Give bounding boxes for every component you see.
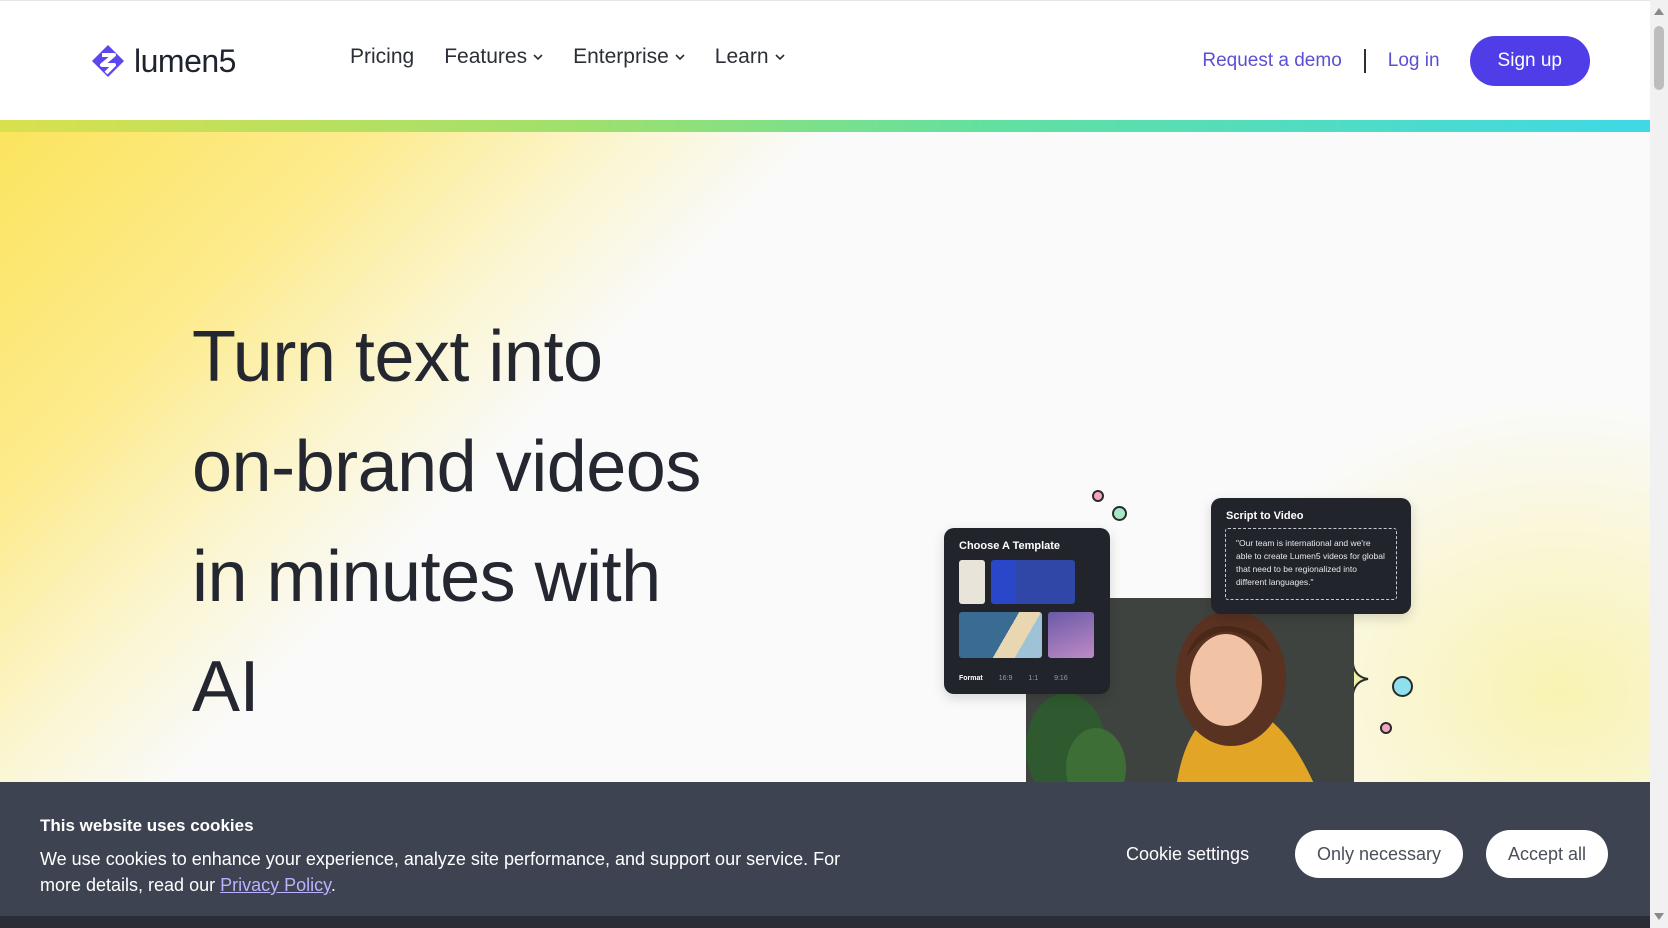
template-thumb-2 bbox=[991, 560, 1075, 604]
vertical-scrollbar[interactable] bbox=[1650, 0, 1668, 928]
format-label: Format bbox=[959, 675, 983, 682]
scroll-up-arrow-icon[interactable] bbox=[1654, 8, 1664, 15]
script-quote: "Our team is international and we're abl… bbox=[1225, 528, 1397, 600]
cookie-banner: This website uses cookies We use cookies… bbox=[0, 782, 1650, 916]
nav-learn[interactable]: Learn bbox=[715, 45, 785, 69]
choose-template-card: Choose A Template Format 16:9 1:1 9:16 bbox=[944, 528, 1110, 694]
decor-dot-green bbox=[1112, 506, 1127, 521]
format-16-9: 16:9 bbox=[998, 675, 1013, 682]
nav-learn-label: Learn bbox=[714, 45, 769, 68]
only-necessary-button[interactable]: Only necessary bbox=[1295, 830, 1463, 878]
chevron-down-icon bbox=[774, 54, 785, 61]
signup-button[interactable]: Sign up bbox=[1469, 36, 1590, 86]
hero-section: Turn text into on-brand videos in minute… bbox=[0, 132, 1650, 782]
request-demo-link[interactable]: Request a demo bbox=[1202, 50, 1341, 72]
headline-line-3: in minutes with bbox=[192, 537, 661, 617]
headline-line-2: on-brand videos bbox=[192, 427, 701, 507]
accept-all-button[interactable]: Accept all bbox=[1486, 830, 1608, 878]
login-link[interactable]: Log in bbox=[1388, 50, 1440, 72]
nav-features-label: Features bbox=[444, 45, 528, 68]
cookie-text: We use cookies to enhance your experienc… bbox=[40, 846, 880, 898]
scroll-down-arrow-icon[interactable] bbox=[1654, 913, 1664, 920]
site-header: lumen5 Pricing Features Enterprise Learn… bbox=[0, 0, 1650, 121]
page: lumen5 Pricing Features Enterprise Learn… bbox=[0, 0, 1650, 928]
template-thumb-3 bbox=[959, 612, 1042, 658]
script-card-title: Script to Video bbox=[1226, 510, 1304, 522]
format-row: Format 16:9 1:1 9:16 bbox=[959, 675, 1068, 682]
headline-line-1: Turn text into bbox=[192, 317, 603, 397]
cookie-period: . bbox=[330, 875, 336, 895]
logo[interactable]: lumen5 bbox=[88, 39, 236, 83]
format-1-1: 1:1 bbox=[1028, 675, 1039, 682]
nav-enterprise[interactable]: Enterprise bbox=[573, 45, 685, 69]
format-9-16: 9:16 bbox=[1054, 675, 1068, 682]
decor-dot-blue bbox=[1392, 676, 1413, 697]
script-to-video-card: Script to Video "Our team is internation… bbox=[1211, 498, 1411, 614]
main-nav: Pricing Features Enterprise Learn bbox=[350, 45, 785, 69]
hero-headline: Turn text into on-brand videos in minute… bbox=[192, 302, 892, 742]
decor-dot-pink-small bbox=[1380, 722, 1392, 734]
template-card-title: Choose A Template bbox=[959, 540, 1061, 552]
nav-features[interactable]: Features bbox=[444, 45, 543, 69]
chevron-down-icon bbox=[675, 54, 685, 61]
decor-dot-pink bbox=[1092, 490, 1104, 502]
cookie-settings-button[interactable]: Cookie settings bbox=[1126, 844, 1249, 865]
nav-pricing[interactable]: Pricing bbox=[350, 45, 414, 69]
header-gradient-bar bbox=[0, 120, 1650, 132]
scrollbar-thumb[interactable] bbox=[1654, 26, 1664, 90]
template-thumb-1 bbox=[959, 560, 985, 604]
cookie-title: This website uses cookies bbox=[40, 816, 254, 835]
template-thumb-4 bbox=[1048, 612, 1094, 658]
chevron-down-icon bbox=[533, 54, 543, 61]
header-actions: Request a demo Log in Sign up bbox=[1202, 36, 1590, 86]
lumen5-logo-icon bbox=[92, 45, 124, 77]
logo-text: lumen5 bbox=[134, 42, 236, 79]
nav-pricing-label: Pricing bbox=[350, 45, 415, 68]
headline-line-4: AI bbox=[192, 647, 260, 727]
bottom-strip bbox=[0, 916, 1650, 928]
cookie-body: We use cookies to enhance your experienc… bbox=[40, 849, 841, 895]
header-divider bbox=[1363, 49, 1366, 73]
privacy-policy-link[interactable]: Privacy Policy bbox=[220, 875, 331, 895]
nav-enterprise-label: Enterprise bbox=[573, 45, 669, 68]
